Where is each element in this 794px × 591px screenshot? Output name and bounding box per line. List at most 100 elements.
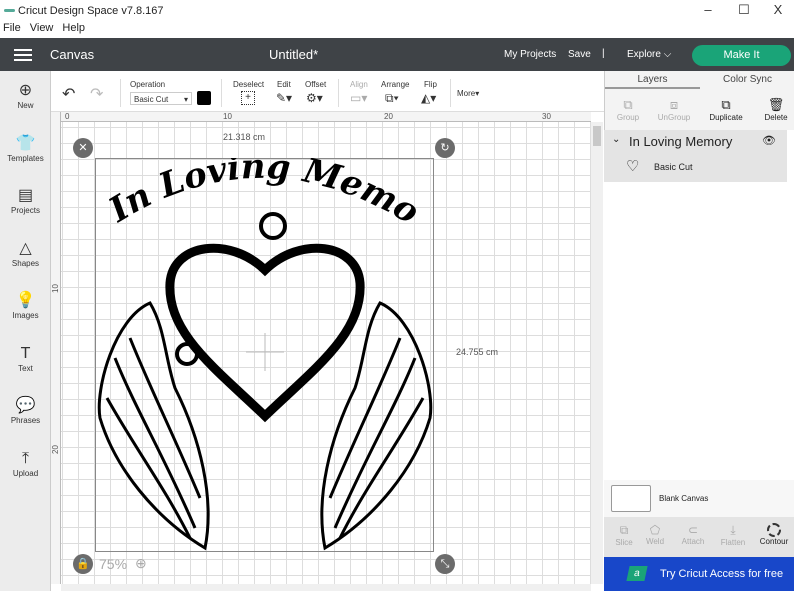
divider xyxy=(450,79,451,107)
lock-corner-icon[interactable]: 🔒 xyxy=(73,554,93,574)
maximize-button[interactable]: ☐ xyxy=(734,2,754,18)
left-ruler: 10 20 xyxy=(51,112,61,584)
action-label: Contour xyxy=(759,537,789,546)
sidebar-item-templates[interactable]: 👕 Templates xyxy=(0,134,51,163)
sidebar-label: Images xyxy=(12,311,39,320)
sidebar-item-projects[interactable]: ▤ Projects xyxy=(0,186,51,215)
layer-list: ⌄ In Loving Memory 👁 ♡ Basic Cut xyxy=(604,130,794,480)
minimize-button[interactable]: – xyxy=(698,2,718,17)
undo-button[interactable]: ↶ xyxy=(62,84,75,104)
color-swatch[interactable] xyxy=(197,91,211,105)
tab-layers[interactable]: Layers xyxy=(605,71,700,89)
rotate-corner-icon[interactable]: ↻ xyxy=(435,138,455,158)
sidebar-label: New xyxy=(17,101,34,110)
arrange-icon[interactable]: ⧉▾ xyxy=(385,91,399,106)
attach-button[interactable]: ⊂ Attach xyxy=(677,523,709,546)
action-label: Slice xyxy=(615,538,633,547)
explore-menu[interactable]: Explore ⌵ xyxy=(627,49,671,60)
ungroup-button[interactable]: ⧈ UnGroup xyxy=(651,97,697,122)
my-projects-link[interactable]: My Projects xyxy=(504,49,556,60)
group-icon: ⧉ xyxy=(623,97,633,112)
align-icon[interactable]: ▭▾ xyxy=(350,91,367,105)
zoom-in-icon[interactable]: ⊕ xyxy=(135,555,147,572)
action-label: Duplicate xyxy=(709,113,743,122)
sidebar-label: Upload xyxy=(12,469,39,478)
left-sidebar: ⊕ New 👕 Templates ▤ Projects △ Shapes 💡 Image… xyxy=(0,71,51,591)
text-icon: T xyxy=(20,345,31,362)
offset-icon[interactable]: ⚙▾ xyxy=(306,91,323,105)
ruler-tick: 10 xyxy=(50,284,60,293)
sidebar-item-upload[interactable]: ⤒ Upload xyxy=(0,449,51,478)
edit-label: Edit xyxy=(277,80,291,89)
action-label: Delete xyxy=(764,113,788,122)
chevron-down-icon: ⌵ xyxy=(663,49,672,60)
layer-thumbnail: ♡ xyxy=(626,158,640,175)
sidebar-item-images[interactable]: 💡 Images xyxy=(0,291,51,320)
top-ruler: 0 10 20 30 xyxy=(51,112,591,122)
document-title[interactable]: Untitled* xyxy=(269,47,318,62)
redo-button[interactable]: ↷ xyxy=(90,84,103,104)
app-header: Canvas Untitled* My Projects Save | Expl… xyxy=(0,38,794,71)
make-it-button[interactable]: Make It xyxy=(692,45,791,66)
eye-icon[interactable]: 👁 xyxy=(762,134,776,147)
delete-corner-icon[interactable]: ✕ xyxy=(73,138,93,158)
rose-icon xyxy=(175,342,199,366)
in-loving-memory-design[interactable]: In Loving Memory xyxy=(95,158,435,553)
menu-view[interactable]: View xyxy=(30,22,54,34)
design-canvas[interactable]: 21.318 cm 24.755 cm ✕ ↻ ⤡ 🔒 75% ⊕ In Lov… xyxy=(51,112,603,591)
canvas-color-swatch[interactable] xyxy=(611,485,651,512)
menu-help[interactable]: Help xyxy=(62,22,85,34)
ungroup-icon: ⧈ xyxy=(669,97,679,112)
ruler-tick: 20 xyxy=(384,112,393,121)
sidebar-label: Text xyxy=(18,364,33,373)
edit-pencil-icon[interactable]: ✎▾ xyxy=(276,91,292,105)
action-label: UnGroup xyxy=(657,113,691,122)
cricut-access-banner[interactable]: a Try Cricut Access for free xyxy=(604,557,794,591)
ruler-tick: 30 xyxy=(542,112,551,121)
contour-button[interactable]: Contour xyxy=(756,523,792,546)
tab-color-sync[interactable]: Color Sync xyxy=(700,71,794,89)
hamburger-menu-icon[interactable] xyxy=(14,49,32,61)
sidebar-item-text[interactable]: T Text xyxy=(0,344,51,373)
arrange-label: Arrange xyxy=(381,80,410,89)
slice-icon: ⧉ xyxy=(619,523,629,537)
action-label: Weld xyxy=(645,537,665,546)
sidebar-item-new[interactable]: ⊕ New xyxy=(0,81,51,110)
weld-button[interactable]: ⬠ Weld xyxy=(640,523,670,546)
duplicate-icon: ⧉ xyxy=(721,97,731,112)
close-button[interactable]: X xyxy=(768,2,788,17)
flatten-icon: ⤓ xyxy=(730,523,736,537)
flatten-button[interactable]: ⤓ Flatten xyxy=(716,523,750,547)
layer-group-row[interactable]: ⌄ In Loving Memory 👁 ♡ Basic Cut xyxy=(604,130,787,182)
vertical-scrollbar[interactable] xyxy=(591,122,603,584)
chevron-down-icon[interactable]: ⌄ xyxy=(612,134,620,145)
lightbulb-icon: 💡 xyxy=(15,292,36,309)
center-crosshair xyxy=(246,333,284,371)
sidebar-item-phrases[interactable]: 💬 Phrases xyxy=(0,396,51,425)
slice-button[interactable]: ⧉ Slice xyxy=(609,523,639,547)
horizontal-scrollbar[interactable] xyxy=(61,584,591,591)
projects-icon: ▤ xyxy=(17,187,34,204)
blank-canvas-label: Blank Canvas xyxy=(659,494,709,503)
trash-icon: 🗑 xyxy=(767,97,785,112)
blank-canvas-row[interactable]: Blank Canvas xyxy=(604,480,794,517)
sidebar-item-shapes[interactable]: △ Shapes xyxy=(0,239,51,268)
operation-select[interactable]: Basic Cut ▾ xyxy=(130,92,192,105)
group-button[interactable]: ⧉ Group xyxy=(605,97,651,122)
window-title: Cricut Design Space v7.8.167 xyxy=(18,5,164,17)
delete-button[interactable]: 🗑 Delete xyxy=(753,97,794,122)
deselect-button[interactable]: + xyxy=(241,91,255,105)
ruler-tick: 0 xyxy=(65,112,70,121)
save-button[interactable]: Save xyxy=(568,49,591,60)
divider xyxy=(120,79,121,107)
rose-icon xyxy=(259,212,287,240)
menu-file[interactable]: File xyxy=(3,22,21,34)
more-button[interactable]: More▾ xyxy=(457,89,479,98)
duplicate-button[interactable]: ⧉ Duplicate xyxy=(703,97,749,122)
resize-corner-icon[interactable]: ⤡ xyxy=(435,554,455,574)
weld-icon: ⬠ xyxy=(649,523,661,537)
dropdown-arrow-icon: ▾ xyxy=(183,95,188,104)
scroll-thumb[interactable] xyxy=(593,126,601,146)
title-bar: Cricut Design Space v7.8.167 – ☐ X xyxy=(0,0,794,22)
flip-icon[interactable]: ◭▾ xyxy=(421,91,436,105)
